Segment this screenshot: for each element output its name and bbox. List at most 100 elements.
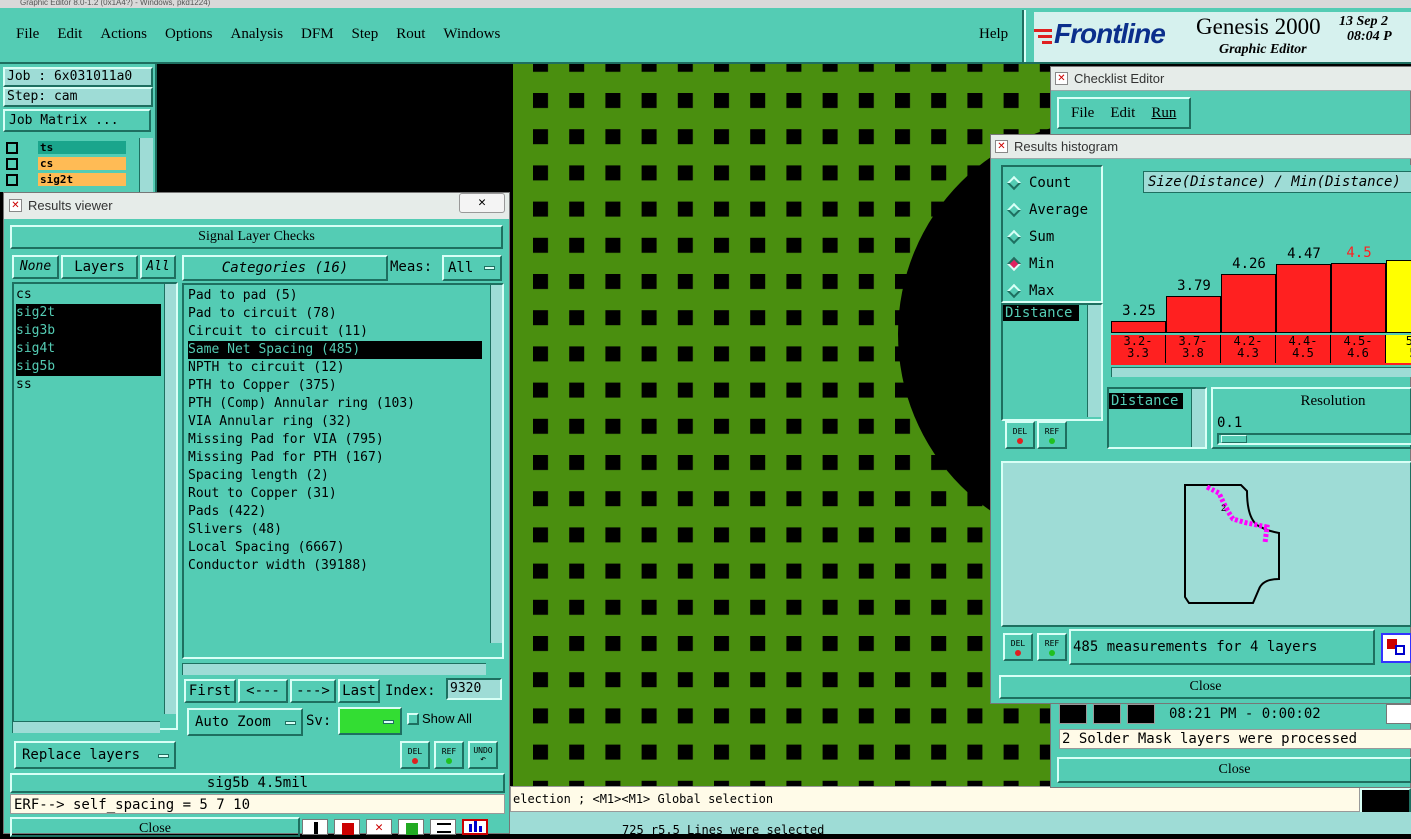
mode-max-radio[interactable]: Max (1003, 277, 1101, 304)
menu-windows[interactable]: Windows (443, 26, 500, 43)
layer-item[interactable]: sig2t (16, 304, 161, 322)
mode-average-radio[interactable]: Average (1003, 196, 1101, 223)
layer-checkbox[interactable] (6, 173, 18, 186)
layer-item[interactable]: cs (16, 286, 174, 304)
prev-button[interactable]: <--- (238, 679, 288, 703)
preview-del-button[interactable]: DEL (1003, 633, 1033, 661)
category-item[interactable]: Slivers (48) (188, 521, 498, 539)
last-button[interactable]: Last (338, 679, 380, 703)
resolution-slider[interactable] (1217, 433, 1411, 445)
tool-icon[interactable] (1093, 704, 1121, 724)
category-item[interactable]: Missing Pad for PTH (167) (188, 449, 498, 467)
resolution-field-item[interactable]: Distance (1109, 393, 1183, 409)
category-item[interactable]: VIA Annular ring (32) (188, 413, 498, 431)
menu-file[interactable]: File (16, 26, 39, 43)
none-button[interactable]: None (12, 255, 59, 279)
categories-hscrollbar[interactable] (182, 663, 486, 675)
histogram-close-button[interactable]: Close (999, 675, 1411, 699)
job-matrix-button[interactable]: Job Matrix ... (3, 109, 151, 132)
field-list-scrollbar[interactable] (1087, 305, 1101, 417)
layer-item[interactable]: sig3b (16, 322, 161, 340)
tool-icon[interactable] (1059, 704, 1087, 724)
mode-count-radio[interactable]: Count (1003, 169, 1101, 196)
layer-strip-row[interactable]: sig2t (6, 172, 126, 187)
green-layer-icon[interactable] (398, 819, 424, 835)
menu-help[interactable]: Help (979, 26, 1008, 43)
layer-strip-scrollbar[interactable] (139, 138, 153, 192)
chart-hscrollbar[interactable] (1111, 367, 1411, 377)
categories-list[interactable]: Pad to pad (5) Pad to circuit (78) Circu… (182, 283, 504, 659)
checklist-menu-edit[interactable]: Edit (1110, 105, 1135, 122)
histogram-bar[interactable] (1276, 263, 1331, 333)
hist-del-button[interactable]: DEL (1005, 421, 1035, 449)
close-x-button[interactable]: ✕ (459, 193, 505, 213)
layer-item[interactable]: sig4t (16, 340, 161, 358)
category-item[interactable]: Pad to pad (5) (188, 287, 498, 305)
menu-step[interactable]: Step (352, 26, 379, 43)
magnifier-icon[interactable] (1386, 704, 1411, 724)
menu-actions[interactable]: Actions (100, 26, 147, 43)
histogram-bar[interactable] (1111, 321, 1166, 333)
histogram-bar[interactable] (1166, 295, 1221, 333)
undo-button[interactable]: UNDO ↶ (468, 741, 498, 769)
layer-checkbox[interactable] (6, 157, 18, 170)
layer-checkbox[interactable] (6, 141, 18, 154)
index-field[interactable]: 9320 (446, 678, 502, 700)
categories-button[interactable]: Categories (16) (182, 255, 388, 281)
units-button[interactable]: Inch (1360, 788, 1411, 814)
layer-item[interactable]: sig5b (16, 358, 161, 376)
all-button[interactable]: All (140, 255, 176, 279)
category-item[interactable]: Missing Pad for VIA (795) (188, 431, 498, 449)
tool-icon[interactable] (1127, 704, 1155, 724)
mode-sum-radio[interactable]: Sum (1003, 223, 1101, 250)
resolution-list-scrollbar[interactable] (1191, 389, 1205, 447)
category-item[interactable]: Local Spacing (6667) (188, 539, 498, 557)
category-item[interactable]: PTH (Comp) Annular ring (103) (188, 395, 498, 413)
preview-ref-button[interactable]: REF (1037, 633, 1067, 661)
menu-analysis[interactable]: Analysis (231, 26, 284, 43)
category-item[interactable]: Conductor width (39188) (188, 557, 498, 575)
menu-rout[interactable]: Rout (396, 26, 425, 43)
category-item[interactable]: NPTH to circuit (12) (188, 359, 498, 377)
checklist-close-button[interactable]: Close (1057, 757, 1411, 783)
category-item[interactable]: Pad to circuit (78) (188, 305, 498, 323)
layer-red-icon[interactable] (334, 819, 360, 835)
layers-button[interactable]: Layers (61, 255, 138, 279)
category-item[interactable]: PTH to Copper (375) (188, 377, 498, 395)
category-item[interactable]: Rout to Copper (31) (188, 485, 498, 503)
report-icon[interactable] (430, 819, 456, 835)
menu-options[interactable]: Options (165, 26, 213, 43)
next-button[interactable]: ---> (290, 679, 336, 703)
ref-button[interactable]: REF (434, 741, 464, 769)
histogram-bar[interactable] (1221, 273, 1276, 333)
chart-layer-icon[interactable] (1381, 633, 1411, 663)
arrow-down-icon[interactable] (302, 819, 328, 835)
layers-vscrollbar[interactable] (164, 284, 176, 714)
layer-item[interactable]: ss (16, 376, 174, 394)
field-item[interactable]: Distance (1003, 305, 1079, 321)
histogram-bar[interactable] (1386, 260, 1411, 333)
field-list[interactable]: Distance (1001, 303, 1103, 421)
category-item[interactable]: Spacing length (2) (188, 467, 498, 485)
histogram-bar[interactable] (1331, 262, 1386, 333)
cross-icon[interactable]: ✕ (366, 819, 392, 835)
resolution-field-list[interactable]: Distance (1107, 387, 1207, 449)
checklist-menu-run[interactable]: Run (1151, 105, 1176, 122)
auto-zoom-select[interactable]: Auto Zoom (187, 708, 303, 736)
slider-thumb[interactable] (1221, 435, 1247, 443)
show-all-checkbox[interactable] (407, 713, 419, 725)
del-button[interactable]: DEL (400, 741, 430, 769)
results-viewer-close-button[interactable]: Close (10, 817, 300, 837)
replace-layers-select[interactable]: Replace layers (14, 741, 176, 769)
hist-ref-button[interactable]: REF (1037, 421, 1067, 449)
graphic-canvas[interactable] (513, 64, 1053, 786)
first-button[interactable]: First (184, 679, 236, 703)
mode-min-radio[interactable]: Min (1003, 250, 1101, 277)
menu-dfm[interactable]: DFM (301, 26, 334, 43)
histogram-icon[interactable] (462, 819, 488, 835)
category-item[interactable]: Circuit to circuit (11) (188, 323, 498, 341)
sv-color-select[interactable] (338, 707, 402, 735)
layer-strip-row[interactable]: ts (6, 140, 126, 155)
category-item[interactable]: Same Net Spacing (485) (188, 341, 482, 359)
menu-edit[interactable]: Edit (57, 26, 82, 43)
